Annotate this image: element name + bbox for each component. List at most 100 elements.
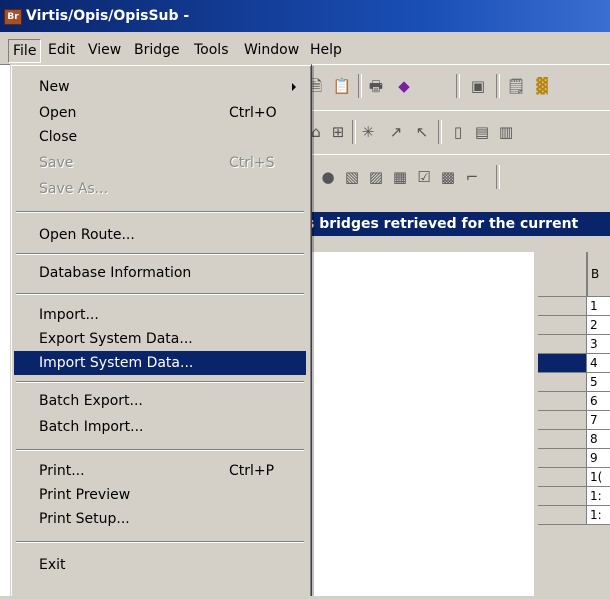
members-icon[interactable]: ✳ <box>358 122 378 142</box>
menu-item-label: Save As... <box>39 181 109 197</box>
report-icon[interactable]: 🗒 <box>506 76 526 96</box>
app-icon[interactable]: Br <box>4 9 22 25</box>
menu-help[interactable]: Help <box>306 39 346 61</box>
paste-icon[interactable]: 📋 <box>332 76 352 96</box>
library-icon[interactable]: ▓ <box>532 76 552 96</box>
menu-item-label: Import... <box>39 307 99 323</box>
menu-item-open-route[interactable]: Open Route... <box>14 223 306 247</box>
grid-row-header[interactable] <box>538 297 587 316</box>
menu-item-label: Open Route... <box>39 227 135 243</box>
menu-item-print[interactable]: Print... Ctrl+P <box>14 459 306 483</box>
clipboard-icon[interactable]: ▥ <box>496 122 516 142</box>
menu-item-export-system-data[interactable]: Export System Data... <box>14 327 306 351</box>
grid-cell[interactable]: 6 <box>587 392 610 411</box>
grid-cell[interactable]: 2 <box>587 316 610 335</box>
toolbar-dock-bottom <box>306 200 610 212</box>
checklist-icon[interactable]: ☑ <box>414 167 434 187</box>
menu-item-batch-export[interactable]: Batch Export... <box>14 389 306 413</box>
menu-item-label: Close <box>39 129 78 145</box>
fill-icon[interactable]: ● <box>318 167 338 187</box>
grid-cell[interactable]: 1 <box>587 297 610 316</box>
grid-cell[interactable]: 8 <box>587 430 610 449</box>
menu-item-print-preview[interactable]: Print Preview <box>14 483 306 507</box>
menu-item-label: Exit <box>39 557 66 573</box>
grid-row-header[interactable] <box>538 468 587 487</box>
menu-item-batch-import[interactable]: Batch Import... <box>14 415 306 439</box>
crane-icon[interactable]: ⌐ <box>462 167 482 187</box>
print-icon[interactable]: 🖶 <box>366 76 386 96</box>
bridge-toolbar: ⌂ ⊞ ✳ ↗ ↖ ▯ ▤ ▥ <box>306 110 610 156</box>
menu-item-label: Import System Data... <box>39 355 194 371</box>
banner-text: s bridges retrieved for the current <box>306 216 579 232</box>
submenu-arrow-icon <box>292 83 296 91</box>
banner-spacer <box>306 236 610 252</box>
menu-item-new[interactable]: New <box>14 75 306 99</box>
grid-row-header[interactable] <box>538 487 587 506</box>
tree-pane[interactable] <box>306 252 535 599</box>
view-toolbar: ● ▧ ▨ ▦ ☑ ▩ ⌐ <box>306 154 610 202</box>
menu-item-import-system-data[interactable]: Import System Data... <box>14 351 306 375</box>
grid-row-header[interactable] <box>538 392 587 411</box>
toolbar-separator <box>496 74 500 98</box>
frame-icon[interactable]: ▧ <box>342 167 362 187</box>
menu-item-label: Batch Import... <box>39 419 144 435</box>
grid-row-header[interactable] <box>538 430 587 449</box>
grid-cell[interactable]: 5 <box>587 373 610 392</box>
menu-separator <box>16 253 304 255</box>
edit-frame-icon[interactable]: ▨ <box>366 167 386 187</box>
grid-cell[interactable]: 9 <box>587 449 610 468</box>
menu-view[interactable]: View <box>84 39 125 61</box>
grid-column-header[interactable]: B <box>587 252 610 297</box>
grid-cell[interactable]: 1: <box>587 506 610 525</box>
menu-separator <box>16 381 304 383</box>
grid-row-header[interactable] <box>538 354 587 373</box>
menu-item-label: Print Setup... <box>39 511 130 527</box>
menu-item-shortcut: Ctrl+O <box>229 105 277 121</box>
toolbar-separator <box>352 120 356 144</box>
menu-tools[interactable]: Tools <box>190 39 233 61</box>
preview-icon[interactable]: ▩ <box>438 167 458 187</box>
grid-cell[interactable]: 3 <box>587 335 610 354</box>
menu-item-database-information[interactable]: Database Information <box>14 261 306 285</box>
grid-cell[interactable]: 7 <box>587 411 610 430</box>
menu-edit[interactable]: Edit <box>44 39 79 61</box>
toolbar-separator <box>496 165 500 189</box>
window-icon[interactable]: ▣ <box>468 76 488 96</box>
grid-row-header[interactable] <box>538 506 587 525</box>
grid-row-header[interactable] <box>538 449 587 468</box>
menu-bar: File Edit View Bridge Tools Window Help <box>0 32 610 65</box>
grid-row-header[interactable] <box>538 316 587 335</box>
menu-item-save-as[interactable]: Save As... <box>14 177 306 201</box>
document-icon[interactable]: ▯ <box>448 122 468 142</box>
menu-item-label: Print Preview <box>39 487 131 503</box>
analysis-icon[interactable]: ↗ <box>386 122 406 142</box>
menu-bridge[interactable]: Bridge <box>130 39 184 61</box>
bridge-count-banner: s bridges retrieved for the current <box>306 212 610 236</box>
menu-item-import[interactable]: Import... <box>14 303 306 327</box>
grid-row-header[interactable] <box>538 335 587 354</box>
grid-row-header[interactable] <box>538 411 587 430</box>
menu-item-shortcut: Ctrl+S <box>229 155 275 171</box>
menu-item-print-setup[interactable]: Print Setup... <box>14 507 306 531</box>
help-book-icon[interactable]: ◆ <box>394 76 414 96</box>
menu-window[interactable]: Window <box>240 39 303 61</box>
grid-corner-header <box>538 252 587 297</box>
grid-cell[interactable]: 4 <box>587 354 610 373</box>
rating-icon[interactable]: ↖ <box>412 122 432 142</box>
panel-icon[interactable]: ▤ <box>472 122 492 142</box>
structure-icon[interactable]: ⊞ <box>328 122 348 142</box>
menu-separator <box>16 449 304 451</box>
bridge-grid: B 1 2 3 4 5 6 7 8 9 1(1: 1: <box>538 252 610 599</box>
file-menu: New Open Ctrl+O Close Save Ctrl+S Save A… <box>10 64 312 598</box>
menu-item-close[interactable]: Close <box>14 125 306 149</box>
menu-file[interactable]: File <box>8 39 42 63</box>
menu-item-exit[interactable]: Exit <box>14 553 306 577</box>
grid-row-header[interactable] <box>538 373 587 392</box>
grid-cell[interactable]: 1: <box>587 487 610 506</box>
menu-item-save[interactable]: Save Ctrl+S <box>14 151 306 175</box>
window-title: Virtis/Opis/OpisSub - <box>26 8 190 24</box>
menu-item-open[interactable]: Open Ctrl+O <box>14 101 306 125</box>
table-icon[interactable]: ▦ <box>390 167 410 187</box>
menu-item-shortcut: Ctrl+P <box>229 463 275 479</box>
grid-cell[interactable]: 1( <box>587 468 610 487</box>
